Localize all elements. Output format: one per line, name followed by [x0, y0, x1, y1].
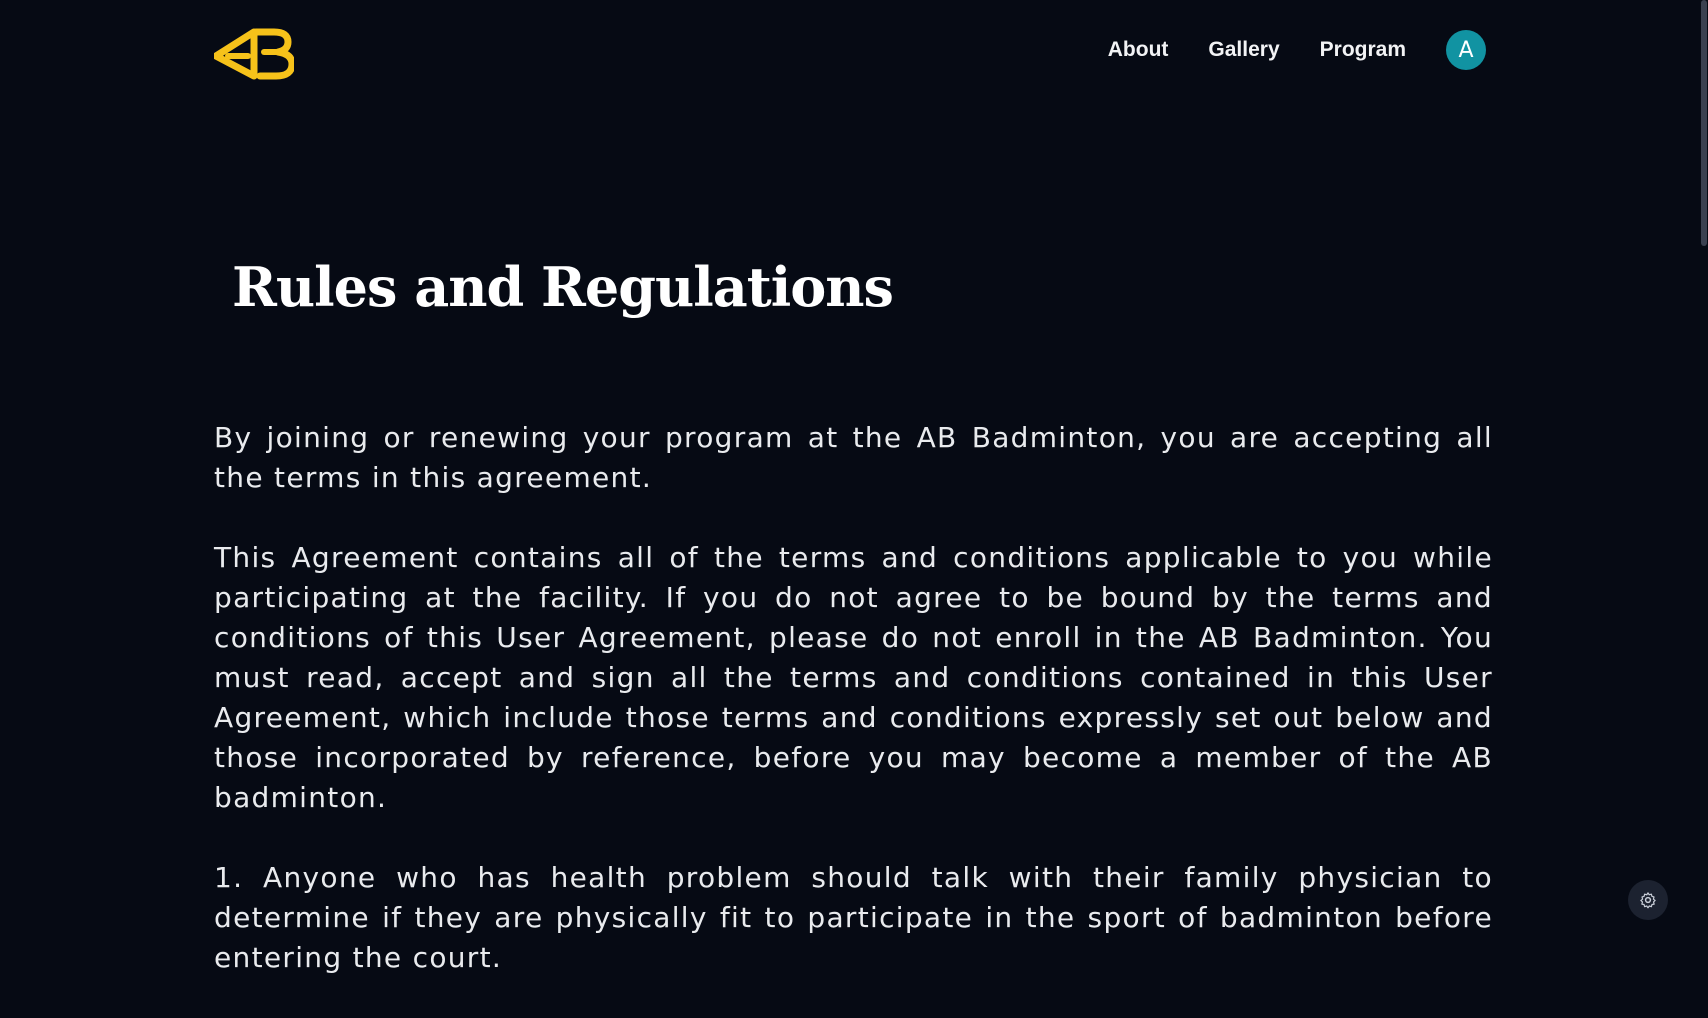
nav-link-program[interactable]: Program: [1320, 38, 1406, 62]
page: About Gallery Program A Rules and Regula…: [0, 0, 1700, 974]
nav-link-gallery[interactable]: Gallery: [1208, 38, 1279, 62]
ab-logo[interactable]: [212, 26, 296, 80]
gear-icon: [1640, 892, 1656, 909]
rules-content: By joining or renewing your program at t…: [214, 418, 1493, 1018]
settings-button[interactable]: [1628, 880, 1668, 920]
scrollbar-thumb[interactable]: [1701, 0, 1707, 246]
intro-paragraph: By joining or renewing your program at t…: [214, 421, 1493, 494]
page-scrollbar[interactable]: [1700, 0, 1708, 960]
ab-logo-icon: [212, 28, 296, 80]
rule-item-1: 1. Anyone who has health problem should …: [214, 861, 1493, 974]
main-nav: About Gallery Program A: [1108, 30, 1486, 70]
page-title: Rules and Regulations: [232, 255, 894, 319]
nav-link-about[interactable]: About: [1108, 38, 1169, 62]
user-avatar[interactable]: A: [1446, 30, 1486, 70]
agreement-paragraph: This Agreement contains all of the terms…: [214, 541, 1493, 814]
site-header: About Gallery Program A: [212, 24, 1486, 80]
